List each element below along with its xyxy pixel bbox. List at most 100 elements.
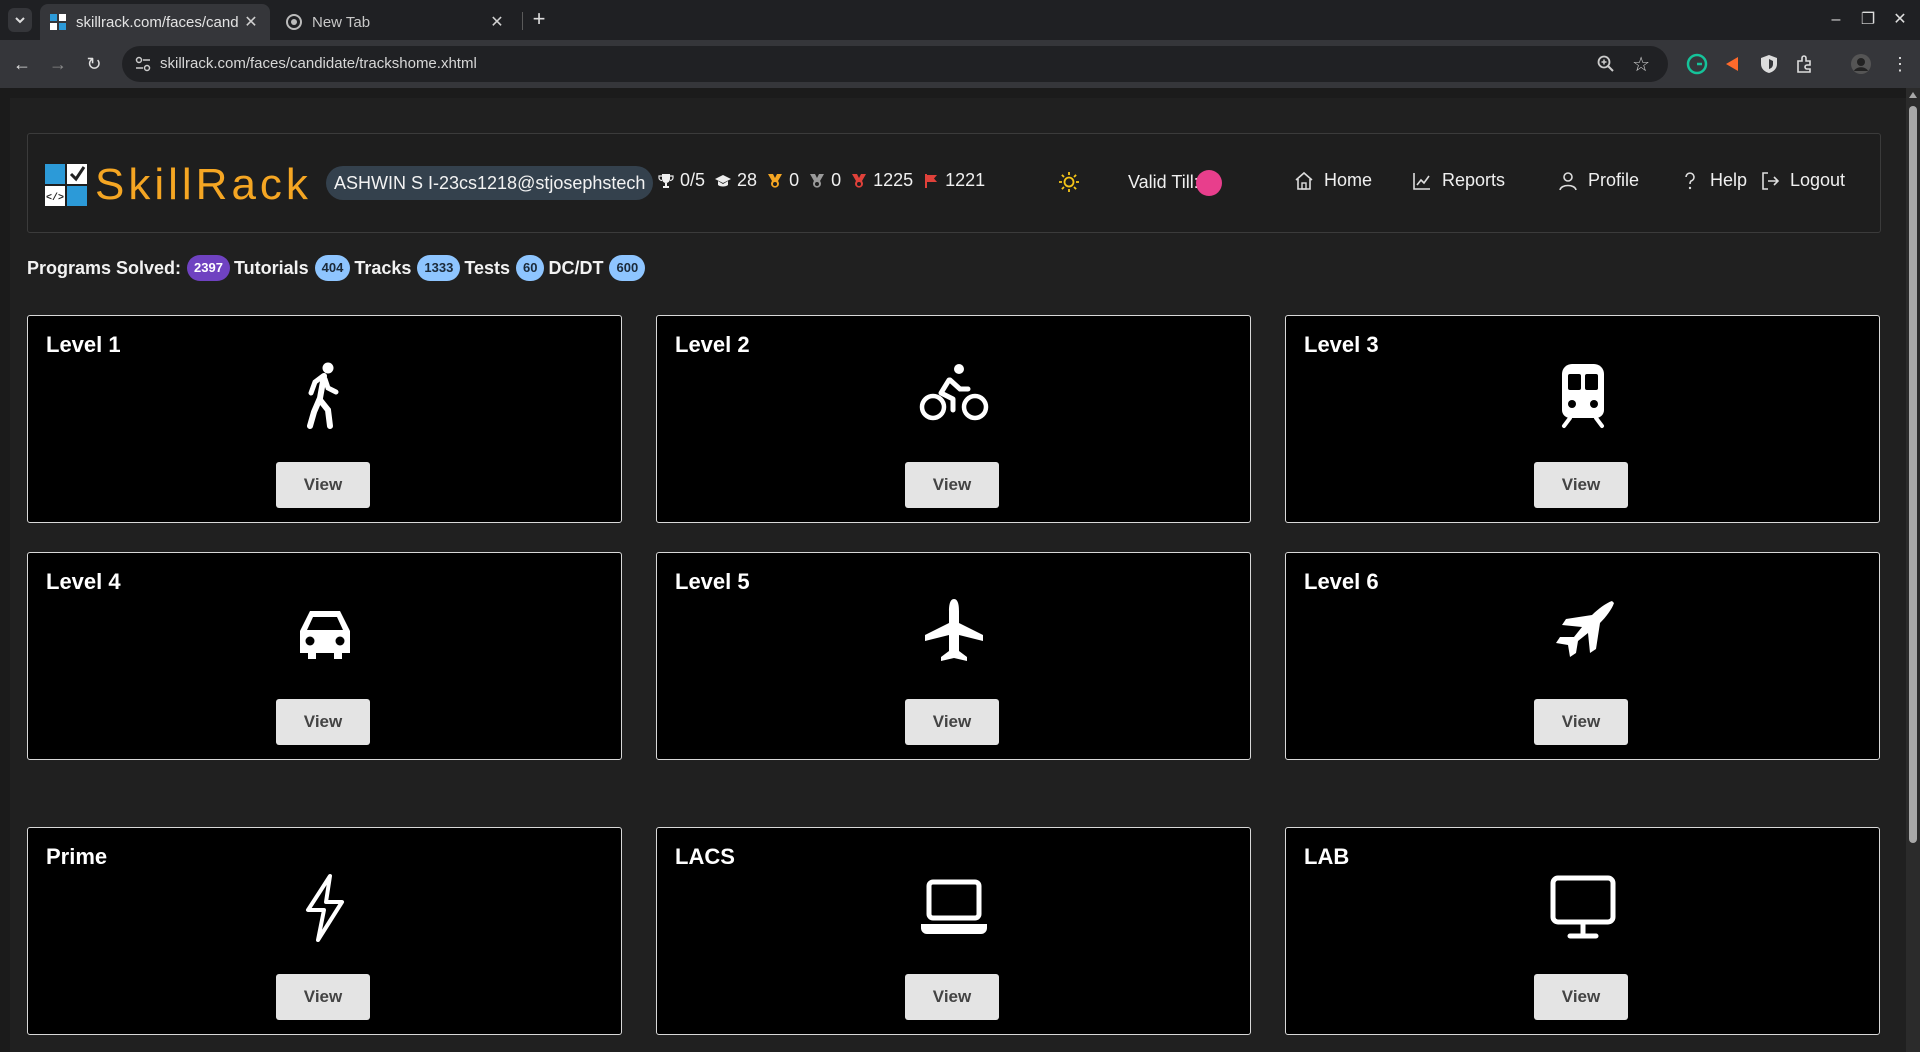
flag-count: 1221 [945,170,986,190]
card-title: Level 5 [675,569,750,594]
reload-icon[interactable]: ↻ [82,52,106,76]
skillrack-favicon-icon [50,14,66,30]
plane-icon [925,599,983,661]
valid-till-indicator [1196,170,1222,196]
card-title: Prime [46,844,108,869]
tab-title: skillrack.com/faces/cand [76,13,239,31]
card-title: LACS [675,844,735,869]
home-icon [1295,171,1313,190]
extension-arrow-icon[interactable] [1722,53,1744,75]
view-button[interactable]: View [905,974,999,1020]
scrollbar-thumb[interactable] [1909,106,1917,843]
car-icon [300,611,350,659]
address-bar[interactable]: skillrack.com/faces/candidate/trackshome… [122,46,1668,82]
new-tab-button[interactable]: + [528,7,550,31]
nav-logout-label: Logout [1790,170,1846,190]
card-title: Level 2 [675,332,750,357]
nav-reports-label: Reports [1442,170,1506,190]
view-button[interactable]: View [905,462,999,508]
view-button[interactable]: View [905,699,999,745]
track-card-level-2: Level 2 View [656,315,1251,523]
nav-profile[interactable]: Profile [1558,170,1639,191]
card-title: LAB [1304,844,1350,869]
card-title: Level 4 [46,569,121,594]
tests-badge: 60 [516,255,545,281]
extension-shield-icon[interactable] [1758,53,1780,75]
walking-icon [307,362,339,429]
tests-label: Tests [464,257,511,278]
nav-logout[interactable]: Logout [1760,170,1845,191]
logo-mark-icon: </> [45,164,87,206]
tracks-badge: 1333 [417,255,461,281]
tab-skillrack[interactable]: skillrack.com/faces/cand ✕ [40,4,270,40]
view-button[interactable]: View [1534,974,1628,1020]
user-id-pill: ASHWIN S I-23cs1218@stjosephstech [326,166,654,200]
trophy-icon [658,173,674,188]
gold-medal-icon [768,173,783,188]
card-title: Level 1 [46,332,121,357]
user-icon [1559,171,1577,190]
page-viewport: </> SkillRack ASHWIN S I-23cs1218@stjose… [0,88,1906,1052]
question-icon [1685,171,1695,189]
nav-help[interactable]: Help [1680,170,1747,191]
view-button[interactable]: View [276,462,370,508]
window-close-icon[interactable]: ✕ [1886,8,1914,32]
nav-help-label: Help [1710,170,1748,190]
tab-strip: skillrack.com/faces/cand ✕ New Tab ✕ + –… [0,0,1920,40]
url-text: skillrack.com/faces/candidate/trackshome… [160,55,477,72]
browser-menu-icon[interactable]: ⋮ [1888,52,1912,76]
view-button[interactable]: View [1534,462,1628,508]
nav-home[interactable]: Home [1294,170,1372,191]
site-header: </> SkillRack ASHWIN S I-23cs1218@stjose… [27,133,1881,233]
chart-line-icon [1413,172,1430,190]
cap-count: 28 [737,170,758,190]
nav-reports[interactable]: Reports [1412,170,1505,191]
forward-icon[interactable]: → [46,52,70,76]
user-stats: 0/5 28 0 0 1225 1221 [658,170,985,191]
monitor-icon [1550,875,1616,939]
browser-toolbar: ← → ↻ skillrack.com/faces/candidate/trac… [0,40,1920,88]
site-info-icon[interactable] [134,55,152,73]
tab-new-tab[interactable]: New Tab ✕ [276,4,516,40]
fighter-jet-icon [1556,601,1614,657]
zoom-icon[interactable] [1596,54,1616,74]
skillrack-logo[interactable]: </> SkillRack [45,163,312,207]
view-button[interactable]: View [276,699,370,745]
close-tab-icon[interactable]: ✕ [488,12,506,32]
track-card-level-3: Level 3 View [1285,315,1880,523]
scroll-up-arrow-icon[interactable] [1909,92,1917,98]
bookmark-star-icon[interactable]: ☆ [1632,52,1650,77]
gold-count: 0 [789,170,800,190]
minimize-icon[interactable]: – [1822,8,1850,32]
track-card-level-6: Level 6 View [1285,552,1880,760]
track-card-prime: Prime View [27,827,622,1035]
lightning-icon [306,874,344,942]
tracks-label: Tracks [354,257,412,278]
theme-toggle-sun-icon[interactable] [1058,171,1080,193]
card-title: Level 3 [1304,332,1379,357]
bicycle-icon [919,364,989,421]
tab-search-button[interactable] [8,8,32,32]
restore-icon[interactable]: ❐ [1854,8,1882,32]
view-button[interactable]: View [276,974,370,1020]
nav-profile-label: Profile [1588,170,1640,190]
close-tab-icon[interactable]: ✕ [242,12,260,32]
page-container: </> SkillRack ASHWIN S I-23cs1218@stjose… [10,98,1906,1052]
page-scrollbar[interactable] [1906,88,1920,1052]
flag-icon [925,173,938,188]
svg-text:</>: </> [46,192,64,204]
back-icon[interactable]: ← [10,52,34,76]
profile-avatar-icon[interactable] [1850,53,1872,75]
logout-icon [1762,171,1780,190]
track-card-lab: LAB View [1285,827,1880,1035]
extensions-puzzle-icon[interactable] [1794,53,1816,75]
card-title: Level 6 [1304,569,1379,594]
tutorials-label: Tutorials [233,257,309,278]
train-icon [1562,364,1604,428]
track-card-lacs: LACS View [656,827,1251,1035]
view-button[interactable]: View [1534,699,1628,745]
trophy-count: 0/5 [680,170,706,190]
nav-home-label: Home [1324,170,1373,190]
extension-grammarly-icon[interactable] [1686,53,1708,75]
track-card-level-4: Level 4 View [27,552,622,760]
